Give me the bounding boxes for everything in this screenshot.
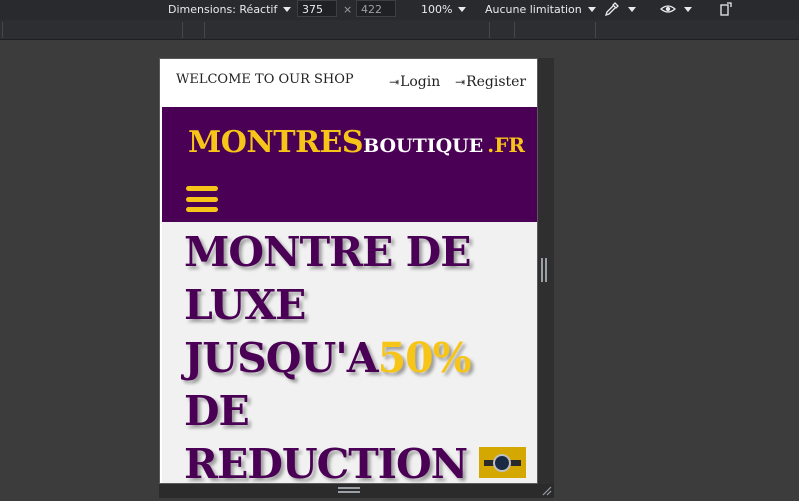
register-label: Register [466, 74, 527, 90]
eyedropper-icon [604, 2, 619, 17]
width-input[interactable]: 375 [297, 0, 337, 17]
watch-thumbnail[interactable] [479, 447, 526, 478]
rotate-device-icon [720, 2, 732, 16]
vision-button[interactable] [660, 1, 692, 17]
eye-icon [660, 5, 676, 13]
hero-line-3: JUSQU'A50% [184, 332, 472, 385]
logo-main: MONTRES [188, 125, 364, 160]
hero-banner: MONTRE DE LUXE JUSQU'A50% DE REDUCTION [162, 222, 537, 484]
throttle-dropdown[interactable]: Aucune limitation [485, 3, 596, 16]
hero-line-3-text: JUSQU'A [184, 334, 379, 382]
devtools-device-toolbar: Dimensions: Réactif 375 × 422 100% Aucun… [0, 0, 799, 20]
hamburger-menu-icon[interactable] [186, 186, 218, 212]
viewport-height-resize-handle[interactable] [338, 487, 360, 493]
emulated-viewport: WELCOME TO OUR SHOP ⇥ Login ⇥ Register M… [159, 58, 538, 484]
zoom-label: 100% [421, 3, 453, 16]
welcome-text: WELCOME TO OUR SHOP [176, 72, 354, 87]
dimensions-label: Dimensions: Réactif [168, 3, 278, 16]
eyedropper-button[interactable] [604, 1, 636, 17]
throttle-label: Aucune limitation [485, 3, 582, 16]
zoom-dropdown[interactable]: 100% [421, 3, 467, 16]
site-logo[interactable]: MONTRESBOUTIQUE .FR [188, 125, 525, 160]
register-link[interactable]: ⇥ Register [455, 74, 526, 90]
login-label: Login [400, 74, 441, 90]
shop-topbar: WELCOME TO OUR SHOP ⇥ Login ⇥ Register [160, 59, 537, 107]
rotate-button[interactable] [718, 1, 734, 17]
hero-line-2: LUXE [184, 281, 306, 329]
chevron-down-icon [283, 7, 292, 12]
viewport-corner-resize-icon[interactable] [540, 484, 552, 496]
dimension-separator: × [343, 3, 353, 16]
sign-in-icon: ⇥ [455, 75, 466, 89]
hero-line-5: REDUCTION [184, 440, 468, 484]
viewport-width-resize-handle[interactable] [541, 258, 547, 282]
logo-tld: .FR [487, 133, 526, 157]
hero-line-1: MONTRE DE [184, 228, 471, 276]
hero-discount: 50% [377, 334, 472, 382]
hero-line-4: DE [184, 387, 250, 435]
chevron-down-icon [628, 6, 636, 12]
chevron-down-icon [684, 6, 692, 12]
login-link[interactable]: ⇥ Login [389, 74, 440, 90]
hero-headline: MONTRE DE LUXE JUSQU'A50% DE REDUCTION [184, 226, 472, 484]
sign-in-icon: ⇥ [389, 75, 400, 89]
chevron-down-icon [587, 7, 596, 12]
chevron-down-icon [458, 7, 467, 12]
site-header: MONTRESBOUTIQUE .FR [162, 107, 537, 222]
dimensions-dropdown[interactable]: Dimensions: Réactif [168, 3, 292, 16]
height-input[interactable]: 422 [356, 0, 396, 17]
media-query-ruler [0, 20, 799, 40]
logo-sub: BOUTIQUE [363, 135, 484, 157]
